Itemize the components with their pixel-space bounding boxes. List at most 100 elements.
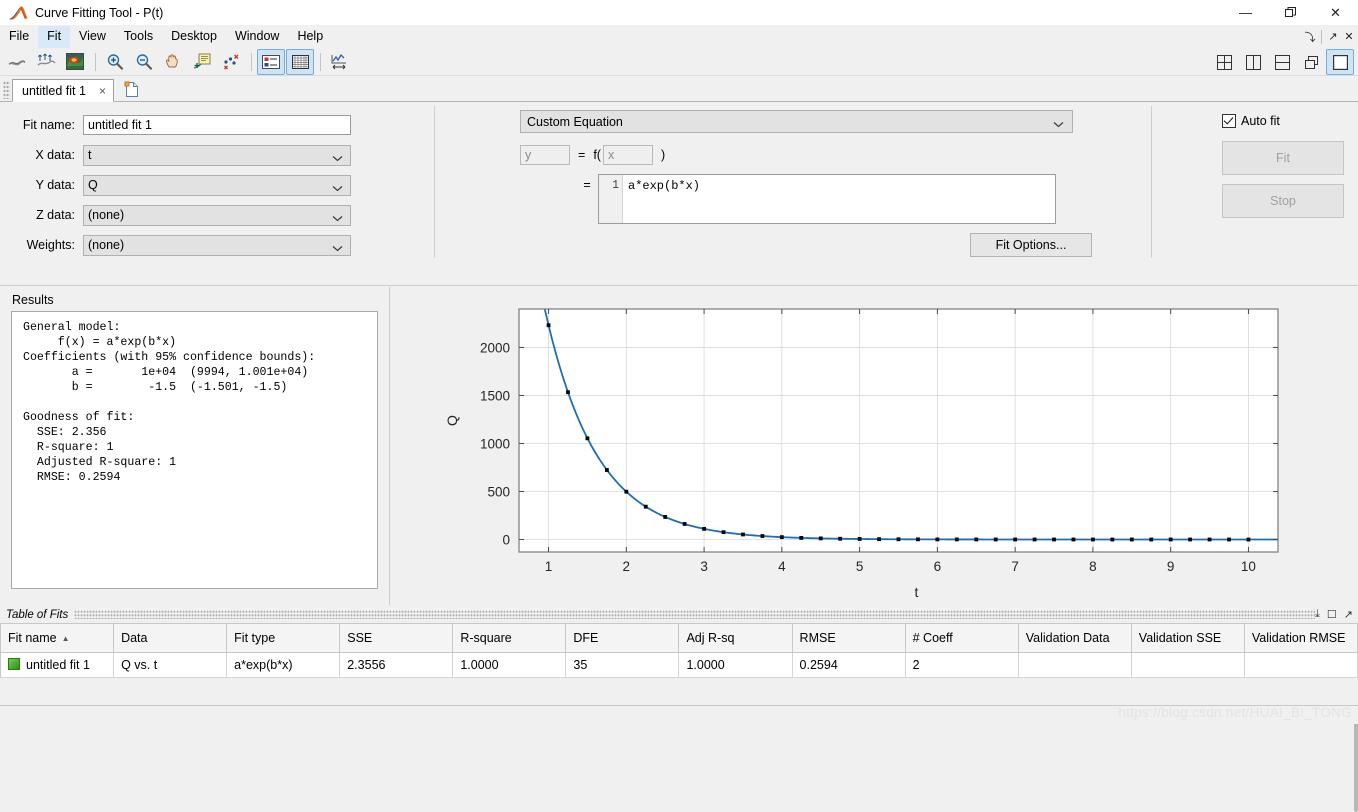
dependent-variable-input[interactable]: y (520, 145, 570, 165)
auto-fit-checkbox[interactable] (1222, 114, 1236, 128)
restore-icon (1285, 7, 1296, 17)
legend-icon[interactable] (257, 48, 285, 75)
zoom-in-icon[interactable] (101, 49, 129, 75)
layout-cascade-icon[interactable] (1297, 49, 1325, 75)
fit-name-input[interactable] (83, 115, 351, 135)
minimize-panel-icon[interactable]: ⤓ (1315, 608, 1320, 621)
equation-editor: Custom Equation y = f( x ) = 1 a*exp(b*x… (520, 110, 1145, 257)
fit-surface-icon[interactable] (3, 49, 31, 75)
new-document-icon (124, 81, 138, 97)
cell-fit-type: a*exp(b*x) (226, 652, 341, 678)
axes-limits-icon[interactable] (326, 49, 354, 75)
data-cursor-icon[interactable] (188, 49, 216, 75)
chevron-down-icon (332, 151, 343, 165)
results-text[interactable]: General model: f(x) = a*exp(b*x) Coeffic… (11, 311, 378, 589)
weights-label: Weights: (26, 238, 75, 252)
undock-arrow-icon[interactable]: ↗ (1326, 28, 1340, 46)
data-selection-form: Fit name: X data: t Y data: Q (0, 110, 430, 260)
grid-icon[interactable] (286, 48, 314, 75)
fit-options-button[interactable]: Fit Options... (970, 233, 1092, 257)
close-panel-icon[interactable]: ✕ (1342, 28, 1356, 46)
col-data[interactable]: Data (113, 623, 228, 653)
y-data-select[interactable]: Q (83, 174, 351, 196)
x-data-select[interactable]: t (83, 144, 351, 166)
menu-help[interactable]: Help (288, 26, 332, 48)
auto-fit-row[interactable]: Auto fit (1222, 110, 1352, 132)
menu-file[interactable]: File (0, 26, 38, 48)
cell-dfe: 35 (565, 652, 680, 678)
table-of-fits[interactable]: Fit name ▲ Data Fit type SSE R-square DFE… (0, 623, 1358, 678)
config-divider-2 (1151, 106, 1152, 258)
cell-fit-name[interactable]: untitled fit 1 (0, 652, 115, 678)
col-dfe[interactable]: DFE (565, 623, 680, 653)
col-num-coeff[interactable]: # Coeff (905, 623, 1019, 653)
col-fit-name[interactable]: Fit name ▲ (0, 623, 115, 653)
svg-text:1: 1 (545, 559, 553, 574)
panel-drag-handle[interactable] (74, 610, 1316, 619)
menu-window[interactable]: Window (226, 26, 288, 48)
zoom-out-icon[interactable] (130, 49, 158, 75)
plot-panel[interactable]: 1 2 3 4 5 6 7 8 9 10 0 500 1000 1500 2000 t Q (389, 287, 1358, 605)
z-data-select[interactable]: (none) (83, 204, 351, 226)
exclude-outliers-icon[interactable] (217, 49, 245, 75)
col-adj-r-sq[interactable]: Adj R-sq (678, 623, 793, 653)
cell-fit-name-label: untitled fit 1 (26, 658, 90, 672)
independent-variable-input[interactable]: x (602, 145, 653, 165)
minimize-button[interactable]: — (1223, 0, 1268, 25)
undock-panel-icon[interactable]: ↗ (1344, 608, 1353, 621)
menu-tools[interactable]: Tools (115, 26, 162, 48)
fit-configuration-panel: Fit name: X data: t Y data: Q (0, 102, 1358, 262)
exclusion-rules-icon[interactable] (32, 49, 60, 75)
col-r-square[interactable]: R-square (452, 623, 567, 653)
svg-text:9: 9 (1167, 559, 1175, 574)
layout-two-column-icon[interactable] (1239, 49, 1267, 75)
plot-scrollbar-track[interactable] (1354, 287, 1358, 812)
new-fit-tab[interactable] (120, 79, 144, 100)
close-icon[interactable]: × (96, 84, 109, 98)
close-paren-label: ) (660, 148, 666, 162)
custom-equation-editor[interactable]: 1 a*exp(b*x) (598, 174, 1056, 224)
svg-text:1500: 1500 (480, 388, 510, 403)
x-data-value: t (88, 148, 92, 162)
stop-button[interactable]: Stop (1222, 184, 1344, 218)
fit-controls: Auto fit Fit Stop (1222, 110, 1352, 218)
dock-arrow-icon[interactable]: ⤵ (1303, 28, 1317, 46)
table-of-fits-controls: ⤓ ☐ ↗ (1315, 608, 1358, 621)
col-sse[interactable]: SSE (339, 623, 454, 653)
fit-type-select[interactable]: Custom Equation (520, 110, 1073, 133)
layout-four-panel-icon[interactable] (1210, 49, 1238, 75)
col-fit-type[interactable]: Fit type (226, 623, 341, 653)
chevron-down-icon (332, 241, 343, 255)
menu-bar: File Fit View Tools Desktop Window Help … (0, 25, 1358, 48)
surface-plot-icon[interactable] (61, 49, 89, 75)
matlab-curve-icon (8, 5, 30, 21)
menu-desktop[interactable]: Desktop (162, 26, 226, 48)
menu-divider (1321, 29, 1322, 44)
y-data-row: Y data: Q (0, 170, 430, 200)
layout-two-row-icon[interactable] (1268, 49, 1296, 75)
toolbar-divider (95, 52, 96, 71)
table-of-fits-title: Table of Fits (6, 608, 69, 621)
chevron-down-icon (1053, 117, 1064, 131)
tab-strip-grip[interactable] (3, 81, 10, 99)
layout-single-icon[interactable] (1326, 49, 1354, 75)
weights-select[interactable]: (none) (83, 234, 351, 256)
menu-fit[interactable]: Fit (38, 25, 71, 48)
x-data-row: X data: t (0, 140, 430, 170)
col-validation-sse[interactable]: Validation SSE (1131, 623, 1245, 653)
fit-plot[interactable]: 1 2 3 4 5 6 7 8 9 10 0 500 1000 1500 2000 t Q (390, 287, 1358, 605)
cell-num-coeff: 2 (905, 652, 1019, 678)
fit-tab-untitled-fit-1[interactable]: untitled fit 1 × (12, 79, 114, 102)
table-row[interactable]: untitled fit 1 Q vs. t a*exp(b*x) 2.3556… (0, 652, 1358, 678)
pan-icon[interactable] (159, 49, 187, 75)
fit-button[interactable]: Fit (1222, 141, 1344, 175)
custom-equation-text[interactable]: a*exp(b*x) (623, 175, 1055, 223)
menu-view[interactable]: View (70, 26, 115, 48)
col-validation-data[interactable]: Validation Data (1018, 623, 1132, 653)
svg-text:0: 0 (502, 533, 510, 548)
restore-button[interactable] (1268, 0, 1313, 25)
col-rmse[interactable]: RMSE (792, 623, 906, 653)
col-validation-rmse[interactable]: Validation RMSE (1244, 623, 1358, 653)
maximize-panel-icon[interactable]: ☐ (1327, 608, 1337, 621)
close-button[interactable]: ✕ (1313, 0, 1358, 25)
